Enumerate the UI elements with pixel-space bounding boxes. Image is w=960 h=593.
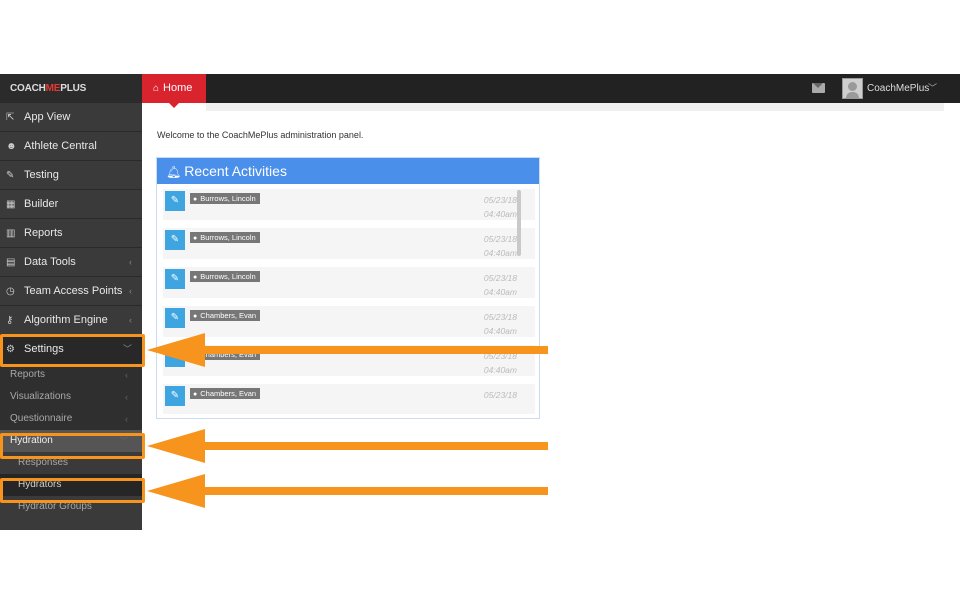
user-icon: ●	[193, 313, 198, 320]
sidebar: ⇱ App View ☻ Athlete Central ✎ Testing ▦ Bui…	[0, 103, 142, 530]
hydrators-arrow-shaft	[200, 487, 548, 495]
list-item: ✎ ● Burrows, Lincoln 05/23/18 04:40am	[163, 189, 535, 220]
settings-arrow-head	[147, 333, 205, 367]
calendar-icon: ▦	[6, 199, 16, 210]
activity-feed[interactable]: ✎ ● Burrows, Lincoln 05/23/18 04:40am ✎ ●…	[163, 189, 535, 414]
chevron-left-icon: ‹	[129, 286, 132, 296]
activity-date: 05/23/18	[483, 390, 517, 400]
sidebar-item-team-access-points[interactable]: ◷ Team Access Points ‹	[0, 277, 142, 306]
athlete-tag[interactable]: ● Burrows, Lincoln	[190, 271, 260, 282]
activity-time: 04:40am	[483, 326, 517, 336]
sidebar-item-data-tools[interactable]: ▤ Data Tools ‹	[0, 248, 142, 277]
activity-time: 04:40am	[483, 248, 517, 258]
feed-scrollbar[interactable]	[517, 190, 521, 256]
hydrators-arrow-head	[147, 474, 205, 508]
list-item: ✎ ● Burrows, Lincoln 05/23/18 04:40am	[163, 267, 535, 298]
pencil-icon[interactable]: ✎	[165, 269, 185, 289]
user-icon: ●	[193, 274, 198, 281]
sidebar-item-reports[interactable]: ▥ Reports	[0, 219, 142, 248]
chevron-left-icon: ‹	[125, 392, 128, 402]
chevron-left-icon: ‹	[125, 414, 128, 424]
external-link-icon: ⇱	[6, 112, 15, 123]
submenu-item-visualizations[interactable]: Visualizations ‹	[0, 386, 142, 408]
submenu-item-reports[interactable]: Reports ‹	[0, 364, 142, 386]
list-item: ✎ ● Chambers, Evan 05/23/18 04:40am	[163, 306, 535, 337]
activity-date: 05/23/18	[483, 195, 517, 205]
activity-date: 05/23/18	[483, 312, 517, 322]
user-menu-label[interactable]: CoachMePlus	[867, 74, 929, 103]
bell-icon: 🔔︎	[166, 165, 182, 179]
user-icon: ●	[193, 196, 198, 203]
user-icon: ●	[193, 391, 198, 398]
sidebar-item-builder[interactable]: ▦ Builder	[0, 190, 142, 219]
pencil-icon[interactable]: ✎	[165, 191, 185, 211]
activity-time: 04:40am	[483, 209, 517, 219]
athlete-tag[interactable]: ● Burrows, Lincoln	[190, 232, 260, 243]
recent-activities-panel: 🔔︎ Recent Activities ✎ ● Burrows, Lincoln …	[156, 157, 540, 419]
list-item: ✎ ● Burrows, Lincoln 05/23/18 04:40am	[163, 228, 535, 259]
hydration-arrow-shaft	[200, 442, 548, 450]
user-icon: ●	[193, 235, 198, 242]
athlete-tag[interactable]: ● Chambers, Evan	[190, 310, 261, 321]
sidebar-item-testing[interactable]: ✎ Testing	[0, 161, 142, 190]
pencil-icon[interactable]: ✎	[165, 308, 185, 328]
chevron-left-icon: ‹	[129, 257, 132, 267]
brand-logo[interactable]: COACHMEPLUS	[0, 74, 142, 103]
tab-home[interactable]: ⌂ Home	[142, 74, 206, 108]
app-frame: COACHMEPLUS ⌂ Home CoachMePlus ﹀ ⇱ App Vie…	[0, 74, 960, 530]
chevron-left-icon: ‹	[129, 315, 132, 325]
panel-title: Recent Activities	[184, 163, 287, 179]
tab-caret	[169, 103, 179, 108]
table-icon: ▤	[6, 257, 16, 268]
submenu-item-questionnaire[interactable]: Questionnaire ‹	[0, 408, 142, 430]
settings-arrow-shaft	[200, 346, 548, 354]
activity-time: 04:40am	[483, 287, 517, 297]
users-icon: ☻	[6, 141, 17, 152]
activity-time: 04:40am	[483, 365, 517, 375]
chevron-left-icon: ‹	[125, 370, 128, 380]
key-icon: ⚷	[6, 315, 14, 326]
chevron-down-icon[interactable]: ﹀	[928, 74, 937, 103]
breadcrumb	[206, 103, 944, 111]
sidebar-item-athlete-central[interactable]: ☻ Athlete Central	[0, 132, 142, 161]
athlete-tag[interactable]: ● Chambers, Evan	[190, 388, 261, 399]
welcome-text: Welcome to the CoachMePlus administratio…	[157, 130, 364, 140]
sidebar-item-algorithm-engine[interactable]: ⚷ Algorithm Engine ‹	[0, 306, 142, 335]
avatar[interactable]	[842, 78, 863, 99]
dashboard-icon: ◷	[6, 286, 15, 297]
home-icon: ⌂	[153, 83, 160, 94]
panel-header: 🔔︎ Recent Activities	[157, 158, 539, 184]
envelope-icon[interactable]	[812, 83, 825, 93]
hydrators-highlight-box	[0, 478, 145, 503]
activity-date: 05/23/18	[483, 273, 517, 283]
pencil-icon[interactable]: ✎	[165, 230, 185, 250]
athlete-tag[interactable]: ● Burrows, Lincoln	[190, 193, 260, 204]
sidebar-item-app-view[interactable]: ⇱ App View	[0, 103, 142, 132]
edit-icon: ✎	[6, 170, 15, 181]
activity-date: 05/23/18	[483, 234, 517, 244]
list-item: ✎ ● Chambers, Evan 05/23/18	[163, 384, 535, 414]
tab-home-label: Home	[163, 82, 193, 94]
settings-highlight-box	[0, 334, 145, 367]
pencil-icon[interactable]: ✎	[165, 386, 185, 406]
hydration-arrow-head	[147, 429, 205, 463]
bar-chart-icon: ▥	[6, 228, 16, 239]
hydration-highlight-box	[0, 433, 145, 459]
top-bar: COACHMEPLUS ⌂ Home CoachMePlus ﹀	[0, 74, 960, 108]
